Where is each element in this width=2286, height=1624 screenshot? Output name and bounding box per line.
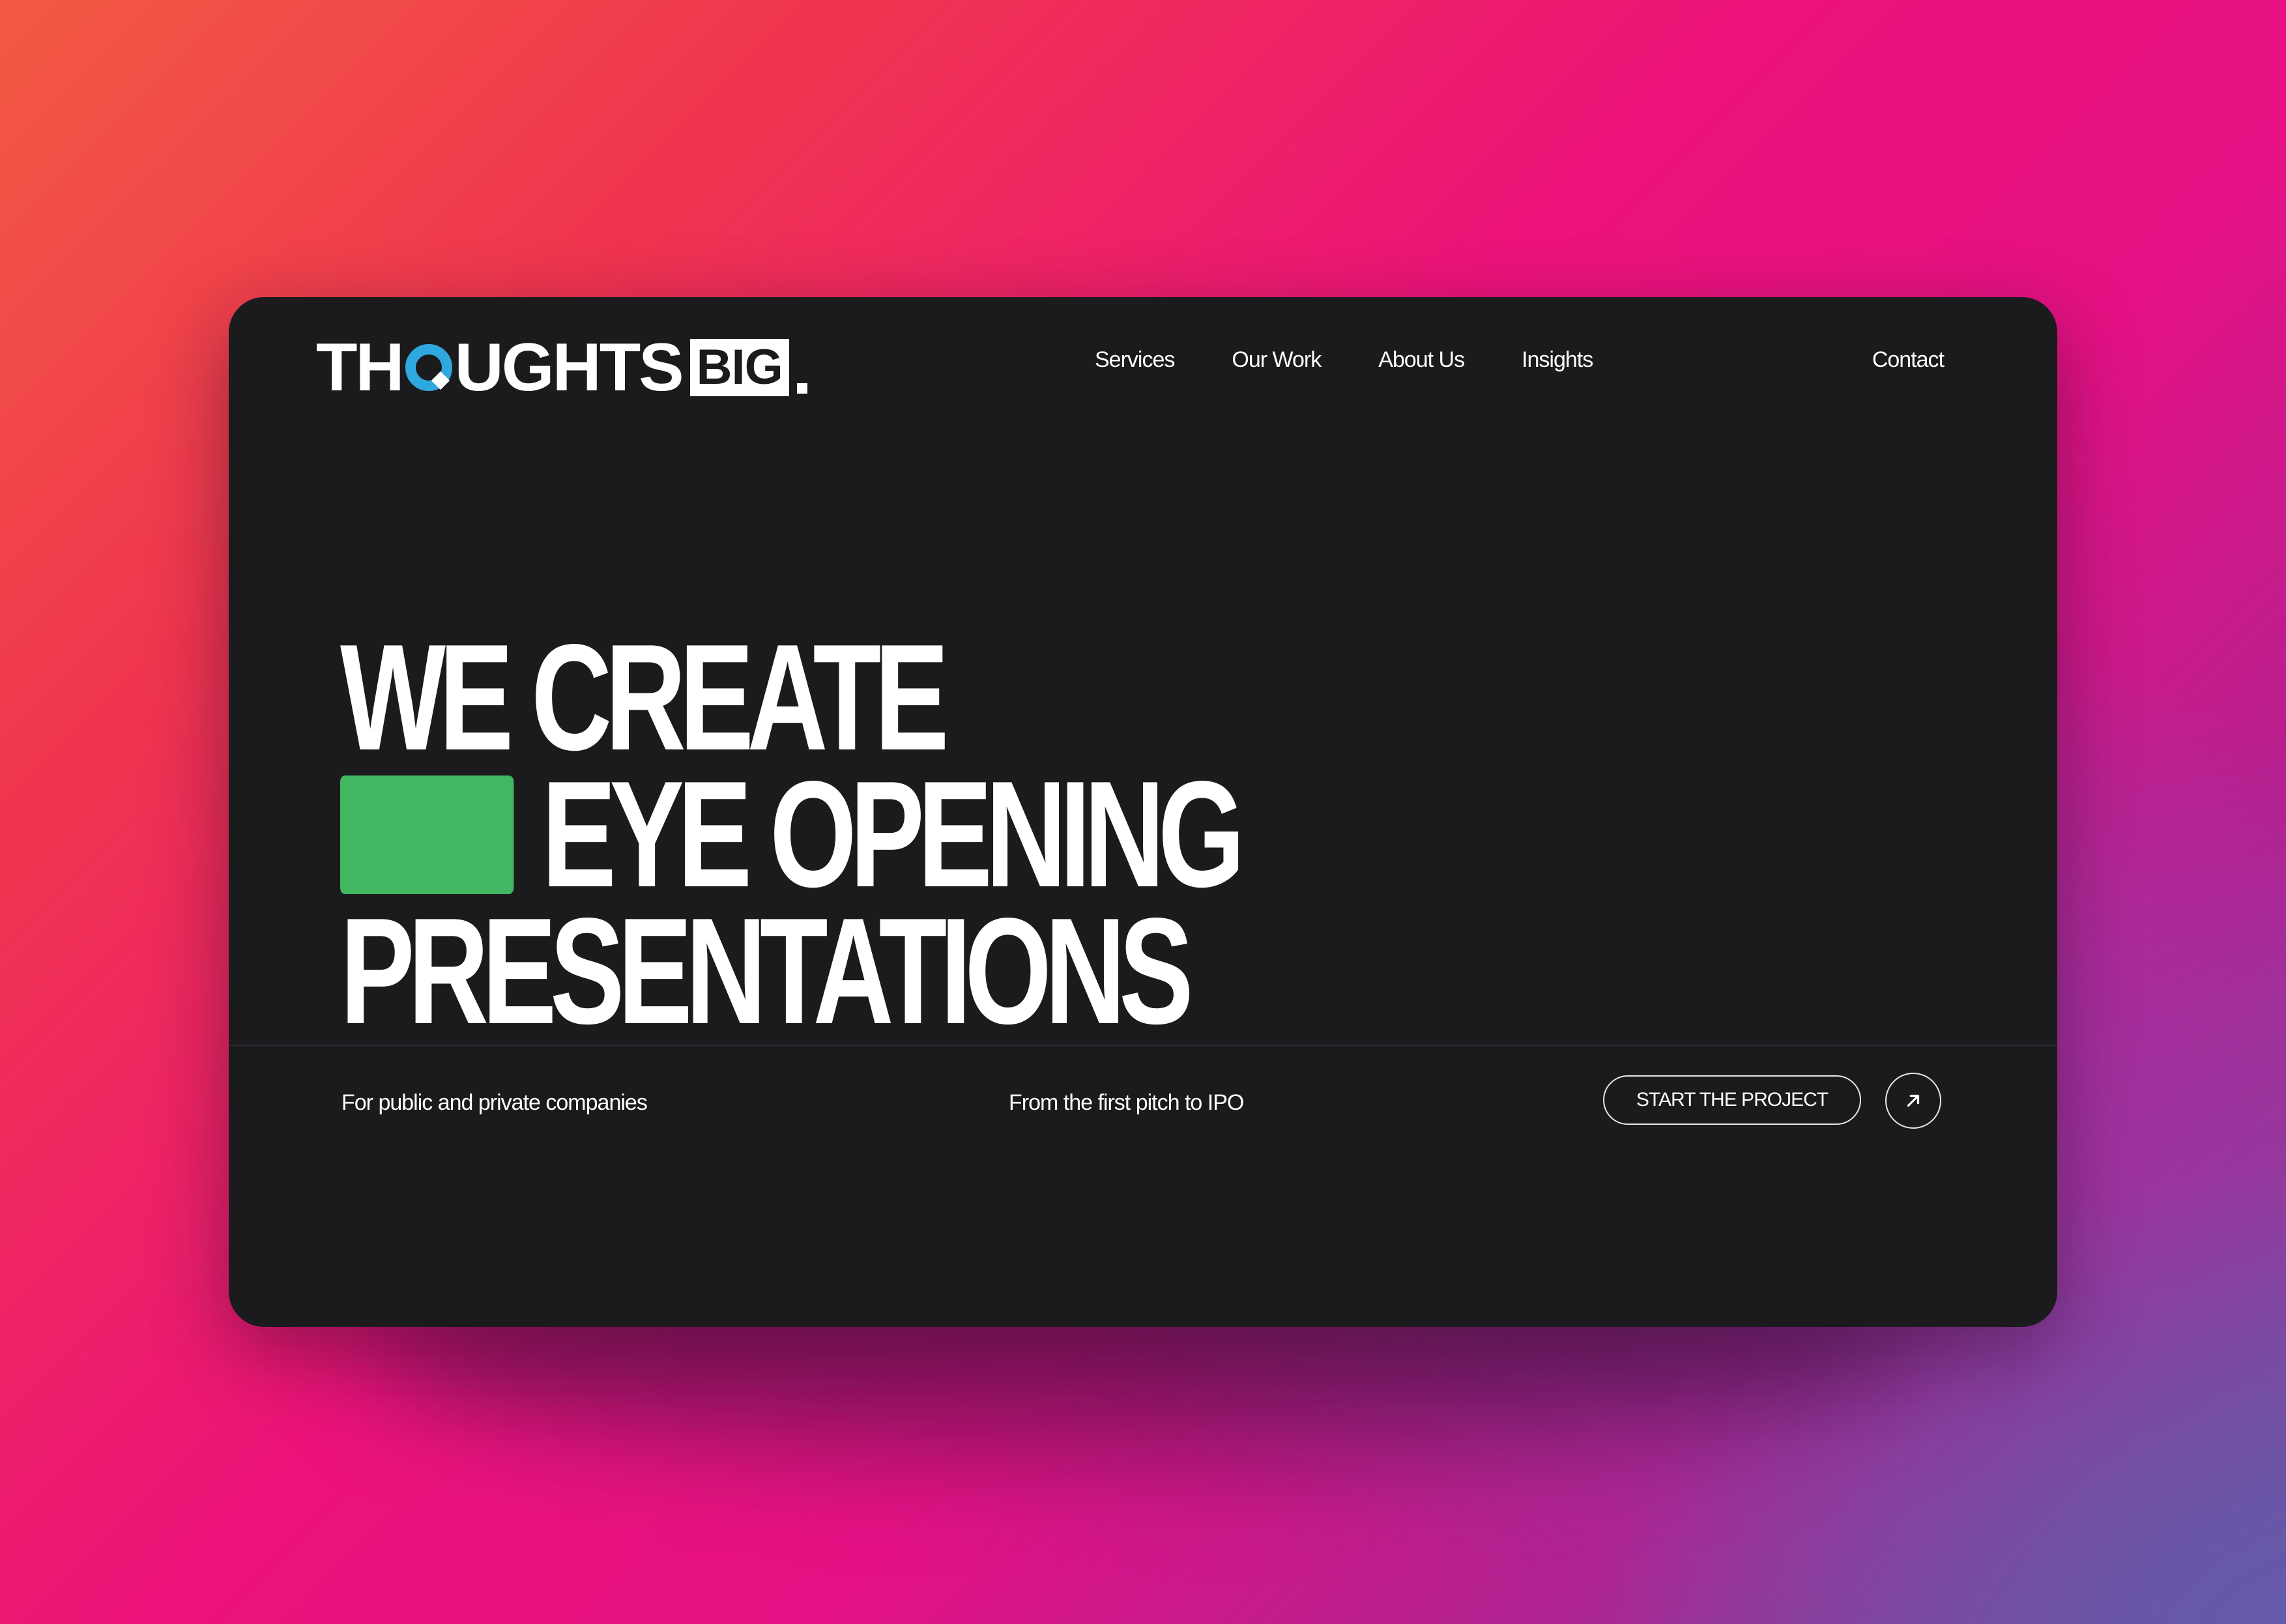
hero-green-block	[340, 776, 514, 895]
nav-item-about-us[interactable]: About Us	[1378, 344, 1465, 375]
hero-line-2: EYE OPENING	[542, 750, 1245, 920]
arrow-up-right-icon	[1907, 1094, 1920, 1107]
logo-dot	[796, 383, 807, 394]
tagline-scope: From the first pitch to IPO	[1009, 1090, 1244, 1115]
nav-item-insights[interactable]: Insights	[1522, 344, 1593, 375]
browser-window: TH UGHTS BIG Services Our Work About Us In…	[229, 297, 2057, 1327]
hero-line-2-row: EYE OPENING	[340, 750, 1245, 920]
main-nav: Services Our Work About Us Insights	[1095, 344, 1650, 375]
hero-headline: WE CREATE EYE OPENING PRESENTATIONS	[340, 613, 1245, 1056]
logo-o-icon	[405, 344, 452, 391]
tagline-audience: For public and private companies	[341, 1090, 648, 1115]
start-project-button[interactable]: START THE PROJECT	[1603, 1075, 1861, 1125]
hero-line-3: PRESENTATIONS	[340, 887, 1194, 1056]
logo-big-box: BIG	[689, 339, 789, 396]
hero-line-1: WE CREATE	[340, 613, 949, 783]
logo-text-end: UGHTS	[454, 330, 684, 405]
nav-item-our-work[interactable]: Our Work	[1232, 344, 1322, 375]
nav-item-contact[interactable]: Contact	[1872, 344, 1945, 375]
logo[interactable]: TH UGHTS BIG	[316, 330, 807, 405]
arrow-up-right-button[interactable]	[1885, 1073, 1941, 1129]
logo-text-start: TH	[316, 330, 405, 405]
nav-item-services[interactable]: Services	[1095, 344, 1175, 375]
divider	[229, 1045, 2057, 1046]
